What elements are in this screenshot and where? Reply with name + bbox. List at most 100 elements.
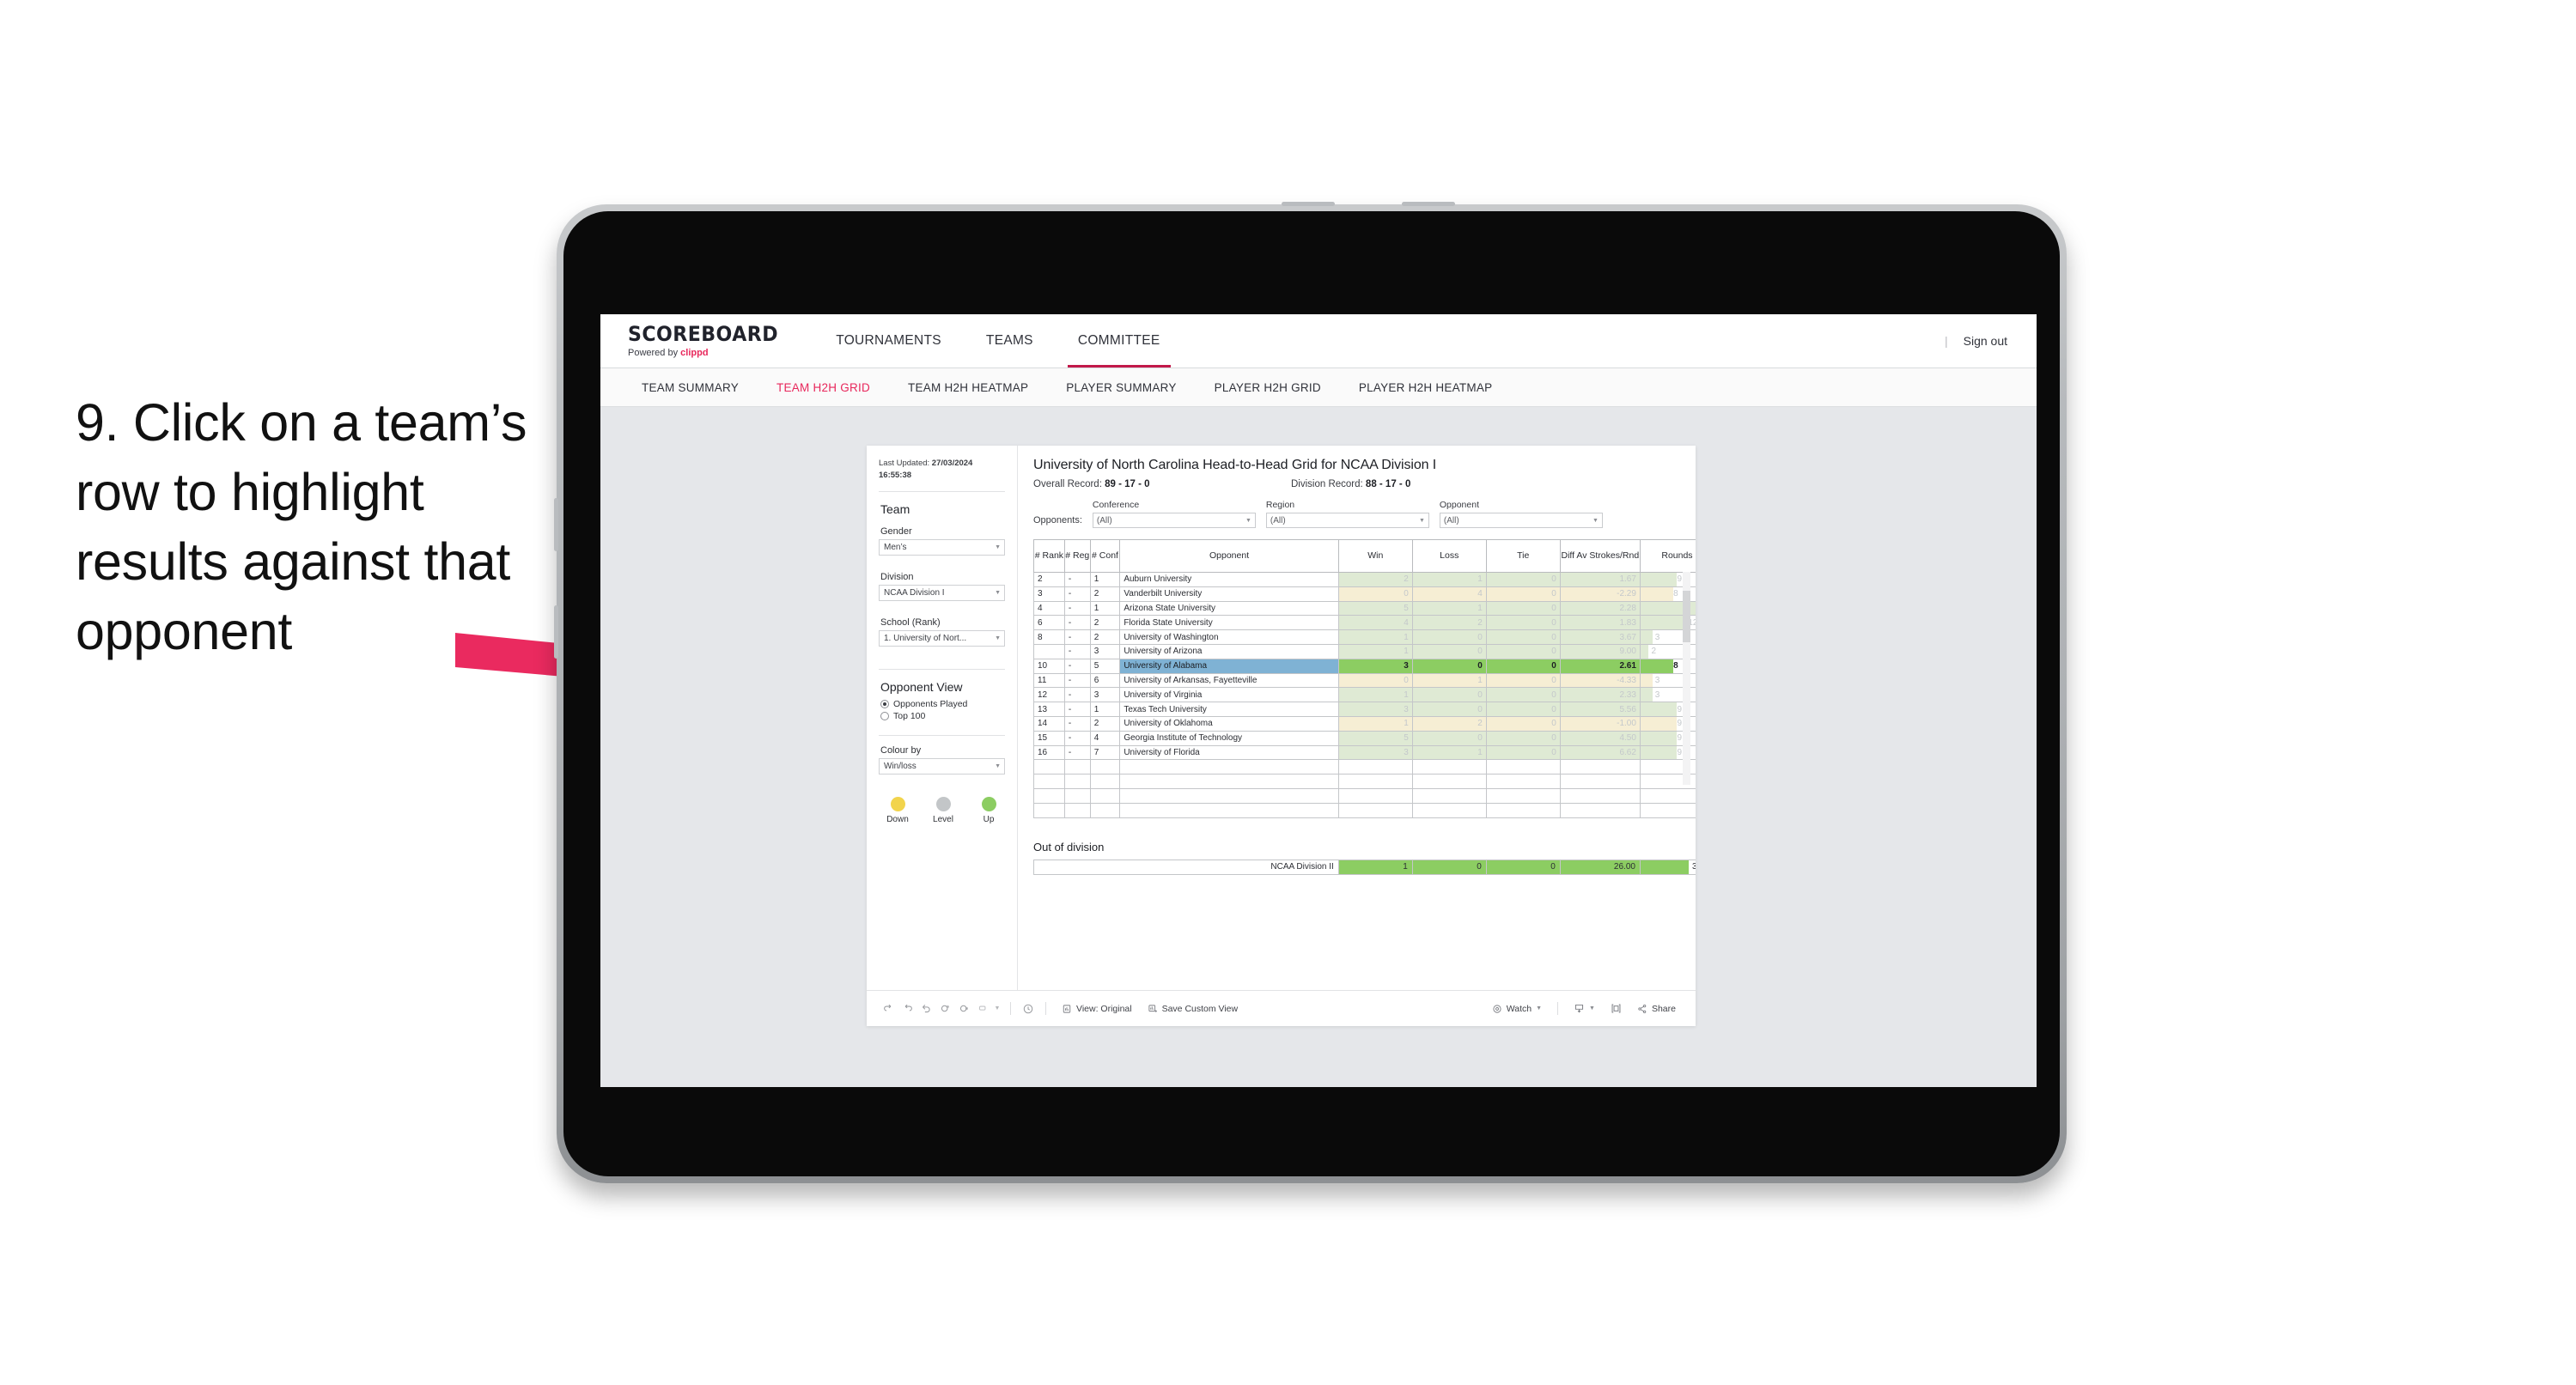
radio-opponents-played[interactable]: Opponents Played [880,699,1005,709]
cell-conf: 3 [1089,643,1121,659]
table-row[interactable]: 10-5 University of Alabama 3 0 0 2.61 8 [1033,658,1696,674]
cell-empty [1033,759,1065,775]
table-row[interactable]: 12-3 University of Virginia 1 0 0 2.33 3 [1033,687,1696,703]
subtab-team-h2h-heatmap[interactable]: TEAM H2H HEATMAP [889,381,1047,394]
cell-empty [1033,774,1065,789]
table-row[interactable]: 6-2 Florida State University 4 2 0 1.83 12 [1033,615,1696,631]
cell-tie: 0 [1485,702,1561,717]
table-row[interactable]: -3 University of Arizona 1 0 0 9.00 2 [1033,643,1696,659]
refresh-icon[interactable] [935,999,954,1018]
subtab-team-h2h-grid[interactable]: TEAM H2H GRID [758,381,889,394]
colour-by-select[interactable]: Win/loss ▼ [879,757,1005,775]
subtab-team-summary[interactable]: TEAM SUMMARY [623,381,758,394]
cell-conf: 5 [1089,658,1121,674]
filter-panel: Last Updated: 27/03/2024 16:55:38 Team G… [867,446,1018,990]
school-label: School (Rank) [880,617,941,628]
subtab-player-h2h-grid[interactable]: PLAYER H2H GRID [1196,381,1340,394]
col-win: Win [1337,539,1413,573]
pan-icon[interactable] [973,999,992,1018]
revert-icon[interactable] [917,999,935,1018]
watch-button[interactable]: Watch ▼ [1484,1004,1550,1014]
scrollbar-thumb[interactable] [1683,591,1690,642]
cell-reg: - [1063,730,1091,746]
cell-opponent: Florida State University [1119,615,1339,631]
cell-empty [1337,774,1413,789]
tab-teams-label: TEAMS [985,333,1033,348]
logo-wordmark: SCOREBOARD [628,322,778,346]
table-row[interactable]: 2-1 Auburn University 2 1 0 1.67 9 [1033,572,1696,587]
cell-rank: 11 [1033,672,1065,689]
gender-select[interactable]: Men’s ▼ [879,538,1005,556]
scoreboard-logo[interactable]: SCOREBOARD Powered by clippd [600,314,813,368]
cell-reg: - [1063,643,1091,659]
cell-reg: - [1063,702,1091,717]
cell-tie: 0 [1485,687,1561,703]
table-row[interactable]: 11-6 University of Arkansas, Fayetteville… [1033,672,1696,689]
subtab-player-h2h-heatmap[interactable]: PLAYER H2H HEATMAP [1340,381,1512,394]
division-select[interactable]: NCAA Division I ▼ [879,584,1005,601]
tab-committee[interactable]: COMMITTEE [1056,314,1183,368]
col-rank: # Rank [1033,539,1065,573]
legend-up-label: Up [983,814,995,824]
cell-opponent: Georgia Institute of Technology [1119,730,1339,746]
pause-icon[interactable] [954,999,973,1018]
logo-tagline-prefix: Powered by [628,348,681,358]
overall-record: Overall Record: 89 - 17 - 0 [1033,479,1291,489]
cell-empty [1089,787,1121,804]
school-select[interactable]: 1. University of Nort... ▼ [879,629,1005,647]
table-row[interactable]: 16-7 University of Florida 3 1 0 6.62 9 [1033,744,1696,761]
cell-empty [1337,759,1413,775]
subtab-player-summary[interactable]: PLAYER SUMMARY [1047,381,1195,394]
logo-tagline: Powered by clippd [628,348,791,358]
chevron-down-icon[interactable]: ▼ [992,999,1002,1018]
undo-icon[interactable] [879,999,898,1018]
redo-icon[interactable] [898,999,917,1018]
cell-empty [1119,802,1339,818]
conference-select[interactable]: (All) ▼ [1092,513,1256,528]
table-vertical-scrollbar[interactable] [1683,572,1690,785]
cell-empty [1485,759,1561,775]
table-row[interactable]: 14-2 University of Oklahoma 1 2 0 -1.00 9 [1033,715,1696,732]
tab-teams[interactable]: TEAMS [964,314,1056,368]
table-row[interactable]: 13-1 Texas Tech University 3 0 0 5.56 9 [1033,702,1696,717]
table-row[interactable]: NCAA Division II 1 0 0 26.00 3 [1033,859,1696,875]
cell-loss: 0 [1411,702,1487,717]
cell-empty [1559,774,1641,789]
logo-brand-clippd: clippd [680,348,709,358]
view-original-button[interactable]: View: Original [1054,1004,1140,1014]
download-button[interactable]: ▼ [1566,1003,1603,1014]
share-button[interactable]: Share [1629,1004,1684,1014]
tab-tournaments[interactable]: TOURNAMENTS [813,314,964,368]
radio-top-100[interactable]: Top 100 [880,711,1005,721]
radio-off-icon [880,711,889,720]
opponent-select[interactable]: (All) ▼ [1439,513,1603,528]
cell-empty [1119,787,1339,804]
cell-rank: 14 [1033,715,1065,732]
table-row[interactable]: 4-1Arizona State University5102.2817 [1033,600,1696,617]
table-row[interactable]: 15-4 Georgia Institute of Technology 5 0 0 4.… [1033,730,1696,746]
conference-value: (All) [1096,515,1112,525]
division-record: Division Record: 88 - 17 - 0 [1291,479,1410,489]
fullscreen-button[interactable] [1603,1003,1629,1014]
cell-conf: 7 [1089,744,1121,761]
team-section-heading: Team [880,501,910,516]
cell-opponent: University of Arizona [1119,643,1339,659]
region-select[interactable]: (All) ▼ [1265,513,1429,528]
cell-empty [1639,787,1696,804]
save-custom-view-button[interactable]: Save Custom View [1140,1004,1246,1014]
legend-level-label: Level [933,814,953,824]
cell-diff: 9.00 [1559,643,1641,659]
cell-loss: 4 [1411,586,1487,602]
divider [879,668,1005,670]
cell-conf: 1 [1089,600,1121,617]
clock-icon[interactable] [1019,999,1038,1018]
table-row[interactable]: 3-2 Vanderbilt University 0 4 0 -2.29 8 [1033,586,1696,602]
opponent-caption: Opponent [1439,500,1479,510]
cell-conf: 4 [1089,730,1121,746]
sign-out-link[interactable]: Sign out [1964,334,2007,348]
cell-tie: 0 [1485,715,1561,732]
cell-empty [1559,802,1641,818]
ood-rounds-value: 3 [1691,862,1696,872]
table-row[interactable]: 8-2 University of Washington 1 0 0 3.67 3 [1033,629,1696,645]
cell-empty [1337,787,1413,804]
